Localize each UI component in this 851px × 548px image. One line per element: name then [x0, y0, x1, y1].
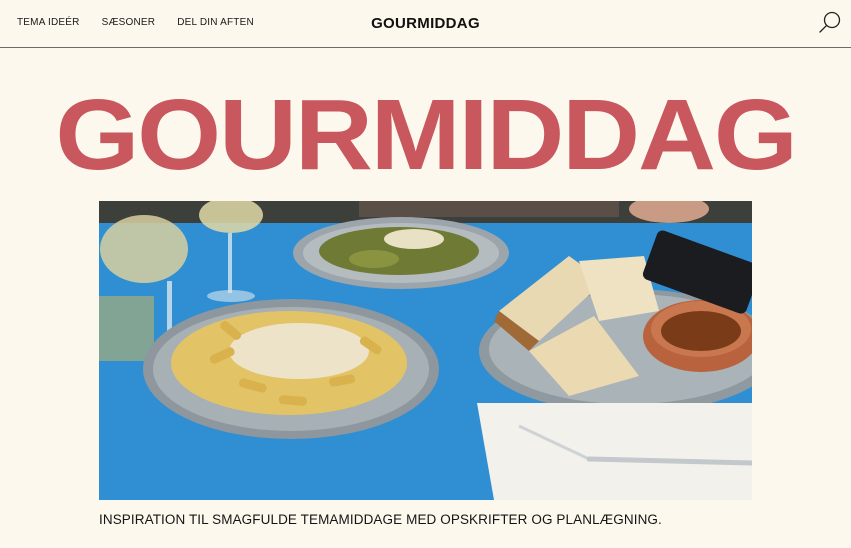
search-icon [819, 11, 841, 33]
search-button[interactable] [817, 9, 843, 35]
hero-title: GOURMIDDAG [55, 79, 798, 191]
nav-item-saesoner[interactable]: SÆSONER [102, 17, 156, 28]
pasta-dinner-photo [99, 201, 752, 500]
nav-item-del-din-aften[interactable]: DEL DIN AFTEN [177, 17, 254, 28]
site-header: TEMA IDEÉR SÆSONER DEL DIN AFTEN GOURMID… [0, 0, 851, 48]
main-nav: TEMA IDEÉR SÆSONER DEL DIN AFTEN [17, 17, 254, 28]
hero-caption: INSPIRATION TIL SMAGFULDE TEMAMIDDAGE ME… [99, 512, 662, 527]
nav-item-tema-ideer[interactable]: TEMA IDEÉR [17, 17, 80, 28]
hero-image [99, 201, 752, 500]
brand-logo[interactable]: GOURMIDDAG [371, 15, 480, 32]
